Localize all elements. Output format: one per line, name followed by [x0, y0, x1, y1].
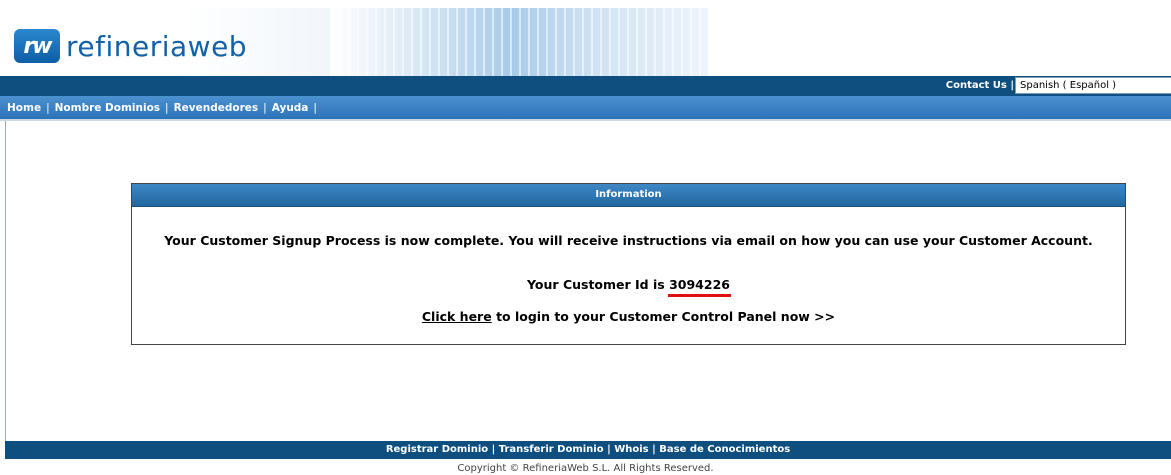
language-select[interactable]: Spanish ( Español )	[1015, 77, 1171, 94]
footer-bar: Registrar Dominio | Transferir Dominio |…	[5, 441, 1171, 459]
nav-separator: |	[313, 102, 317, 114]
red-underline-mark	[668, 294, 731, 297]
signup-complete-message: Your Customer Signup Process is now comp…	[164, 233, 1093, 248]
nav-home[interactable]: Home	[7, 102, 41, 114]
footer-link-transferir[interactable]: Transferir Dominio	[499, 444, 604, 455]
nav-separator: |	[46, 102, 50, 114]
main-nav: Home | Nombre Dominios | Revendedores | Ayuda |	[0, 96, 1171, 121]
logo-text: refineriaweb	[66, 29, 248, 63]
customer-id-label: Your Customer Id is	[527, 277, 665, 292]
banner-image	[330, 8, 708, 76]
logo[interactable]: rw refineriaweb	[14, 26, 247, 66]
nav-separator: |	[165, 102, 169, 114]
information-box: Information Your Customer Signup Process…	[131, 183, 1126, 345]
login-line: Click here to login to your Customer Con…	[132, 309, 1125, 324]
footer-link-registrar[interactable]: Registrar Dominio	[386, 444, 488, 455]
nav-nombre-dominios[interactable]: Nombre Dominios	[55, 102, 160, 114]
nav-separator: |	[263, 102, 267, 114]
footer-link-whois[interactable]: Whois	[614, 444, 648, 455]
header: rw refineriaweb	[0, 0, 1171, 76]
copyright: Copyright © RefineriaWeb S.L. All Rights…	[457, 463, 714, 474]
customer-id-line: Your Customer Id is 3094226	[132, 277, 1125, 297]
nav-revendedores[interactable]: Revendedores	[174, 102, 259, 114]
click-here-link[interactable]: Click here	[422, 309, 492, 324]
information-title: Information	[132, 184, 1125, 207]
login-text: to login to your Customer Control Panel …	[496, 309, 836, 324]
nav-ayuda[interactable]: Ayuda	[272, 102, 309, 114]
footer-link-base[interactable]: Base de Conocimientos	[659, 444, 790, 455]
footer-separator: |	[491, 444, 499, 455]
customer-id-wrap: 3094226	[668, 277, 731, 297]
contact-us-link[interactable]: Contact Us |	[946, 80, 1014, 91]
customer-id-value: 3094226	[669, 277, 730, 292]
content-border	[5, 121, 6, 441]
logo-mark: rw	[14, 29, 60, 63]
